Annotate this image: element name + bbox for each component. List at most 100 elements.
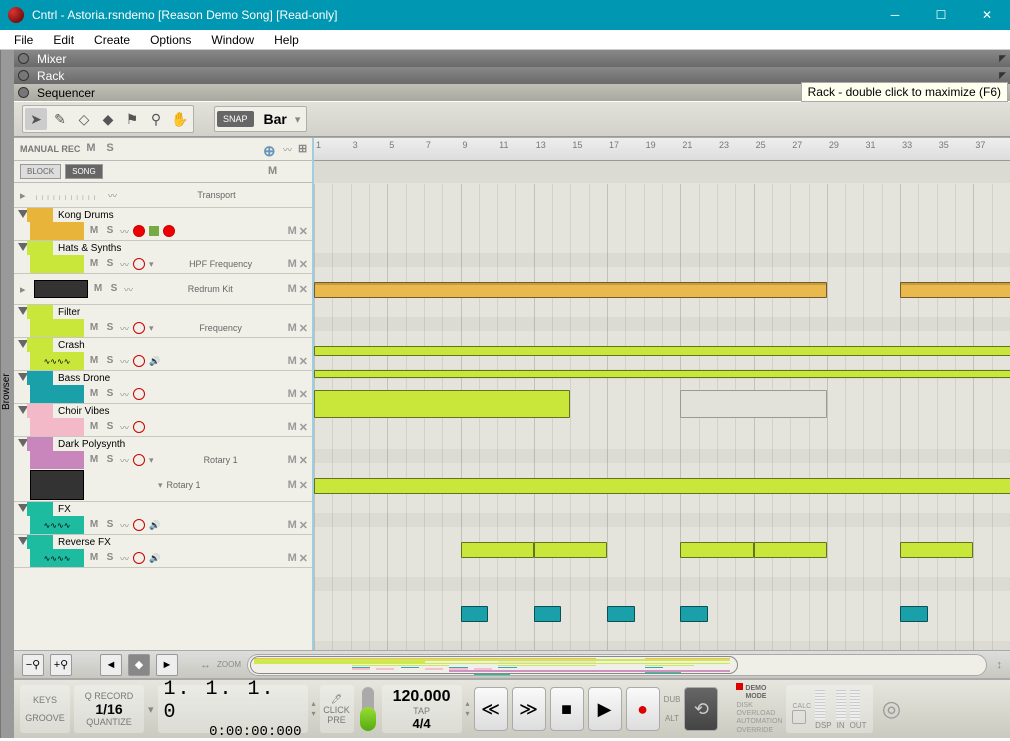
lane[interactable] <box>314 541 1010 559</box>
solo-button[interactable]: S <box>104 388 116 400</box>
speaker-icon[interactable]: 🔊 <box>149 356 160 367</box>
grid-icon[interactable]: ⊞ <box>298 142 312 156</box>
track[interactable]: ▸ ╷╷╷╷╷╷╷╷╷╷╷ 〰 Transport <box>14 183 312 208</box>
clip[interactable] <box>680 390 827 418</box>
lane[interactable] <box>314 161 1010 183</box>
lane[interactable] <box>314 345 1010 357</box>
clip[interactable] <box>534 606 561 622</box>
solo-button[interactable]: S <box>104 552 116 564</box>
track-mx[interactable]: M✕ <box>288 479 308 492</box>
chevron-down-icon[interactable]: ▾ <box>148 703 154 716</box>
play-button[interactable]: ▶ <box>588 687 622 731</box>
lane-thumb[interactable] <box>30 255 84 273</box>
monitor-toggle[interactable] <box>149 226 159 236</box>
clip[interactable] <box>314 390 570 418</box>
magnify-tool[interactable]: ⚲ <box>145 108 167 130</box>
automation-icon[interactable]: 〰 <box>120 552 129 565</box>
lane[interactable] <box>314 641 1010 650</box>
speaker-icon[interactable]: 🔊 <box>149 520 160 531</box>
zoom-preset-2[interactable]: ◆ <box>128 654 150 676</box>
clip[interactable] <box>534 542 607 558</box>
lane-thumb[interactable] <box>30 418 84 436</box>
automation-icon[interactable]: 〰 <box>120 258 129 271</box>
rec-arm[interactable] <box>163 225 175 237</box>
menu-create[interactable]: Create <box>84 31 140 49</box>
lane[interactable] <box>314 369 1010 379</box>
clip[interactable] <box>754 542 827 558</box>
dub-alt-labels[interactable]: DUB ALT <box>664 695 681 724</box>
track[interactable]: Dark Polysynth M S 〰 ▾Rotary 1 M✕ ▾ Rota… <box>14 437 312 502</box>
track-mx[interactable]: M✕ <box>288 355 308 368</box>
mute-tool[interactable]: ⚑ <box>121 108 143 130</box>
add-track-button[interactable]: ⊕ <box>263 142 277 156</box>
pos-spinner[interactable]: ▴▾ <box>312 699 316 718</box>
song-overview[interactable] <box>247 654 987 676</box>
track[interactable]: Reverse FX∿∿∿∿ M S 〰 🔊 M✕ <box>14 535 312 568</box>
lane-thumb[interactable]: ∿∿∿∿ <box>30 516 84 534</box>
device-thumb[interactable] <box>30 470 84 500</box>
clip[interactable] <box>314 346 1010 356</box>
position-readout[interactable]: 1. 1. 1. 0 0:00:00:000 <box>158 685 308 733</box>
tempo-box[interactable]: 120.000 TAP 4/4 <box>382 685 462 733</box>
chevron-right-icon[interactable]: ▸ <box>20 189 30 202</box>
eraser-tool[interactable]: ◇ <box>73 108 95 130</box>
solo-button[interactable]: S <box>104 355 116 367</box>
rec-enable[interactable] <box>133 355 145 367</box>
lane[interactable] <box>314 577 1010 591</box>
browser-tab[interactable]: Browser <box>0 50 14 738</box>
track-mx[interactable]: M✕ <box>288 283 308 296</box>
track-mx[interactable]: M✕ <box>288 322 308 335</box>
mute-button[interactable]: M <box>88 388 100 400</box>
rec-enable[interactable] <box>133 388 145 400</box>
clip[interactable] <box>314 370 1010 378</box>
lane-thumb[interactable] <box>30 451 84 469</box>
menu-file[interactable]: File <box>4 31 43 49</box>
mute-button[interactable]: M <box>88 225 100 237</box>
mute-button[interactable]: M <box>88 355 100 367</box>
lane-thumb[interactable]: ∿∿∿∿ <box>30 549 84 567</box>
chevron-down-icon[interactable]: ▾ <box>149 323 154 334</box>
lane[interactable] <box>314 605 1010 623</box>
solo-button[interactable]: S <box>104 322 116 334</box>
arrange-view[interactable]: 1357911131517192123252729313335373941 <box>314 138 1010 650</box>
rewind-button[interactable]: ≪ <box>474 687 508 731</box>
lane-thumb[interactable] <box>30 385 84 403</box>
wave-icon[interactable]: 〰 <box>283 143 292 156</box>
mute-button[interactable]: M <box>88 552 100 564</box>
rec-enable[interactable] <box>133 519 145 531</box>
track-mx[interactable]: M✕ <box>288 225 308 238</box>
loop-button[interactable]: ⟲ <box>684 687 718 731</box>
pointer-tool[interactable]: ➤ <box>25 108 47 130</box>
solo-button[interactable]: S <box>108 283 120 295</box>
tempo-spinner[interactable]: ▴▾ <box>466 699 470 718</box>
overview-handle[interactable] <box>250 656 738 674</box>
global-solo[interactable]: S <box>106 142 120 156</box>
clip[interactable] <box>607 606 634 622</box>
zoom-vert-icon[interactable]: ↕ <box>997 659 1003 671</box>
maximize-icon[interactable]: ◤ <box>999 53 1006 64</box>
automation-icon[interactable]: 〰 <box>124 283 133 296</box>
maximize-icon[interactable]: ◤ <box>999 70 1006 81</box>
lane-thumb[interactable]: ∿∿∿∿ <box>30 352 84 370</box>
track[interactable]: Hats & Synths M S 〰 ▾HPF Frequency M✕ <box>14 241 312 274</box>
automation-icon[interactable]: 〰 <box>120 454 129 467</box>
solo-button[interactable]: S <box>104 225 116 237</box>
clip[interactable] <box>461 542 534 558</box>
zoom-in-button[interactable]: +⚲ <box>50 654 72 676</box>
automation-icon[interactable]: 〰 <box>120 421 129 434</box>
record-button[interactable]: ● <box>626 687 660 731</box>
lane-thumb[interactable] <box>30 222 84 240</box>
track[interactable]: ▸ M S 〰 Redrum Kit M✕ <box>14 274 312 305</box>
close-button[interactable]: ✕ <box>964 0 1010 30</box>
pencil-tool[interactable]: ✎ <box>49 108 71 130</box>
track-mx[interactable]: M✕ <box>288 552 308 565</box>
automation-icon[interactable]: 〰 <box>120 519 129 532</box>
rec-enable[interactable] <box>133 552 145 564</box>
zoom-preset-1[interactable]: ◄ <box>100 654 122 676</box>
track[interactable]: Bass Drone M S 〰 M✕ <box>14 371 312 404</box>
clip[interactable] <box>461 606 488 622</box>
chevron-down-icon[interactable]: ▾ <box>149 259 154 270</box>
automation-icon[interactable]: 〰 <box>120 322 129 335</box>
maximize-button[interactable]: ☐ <box>918 0 964 30</box>
zoom-horiz-icon[interactable]: ↔ <box>200 659 211 671</box>
